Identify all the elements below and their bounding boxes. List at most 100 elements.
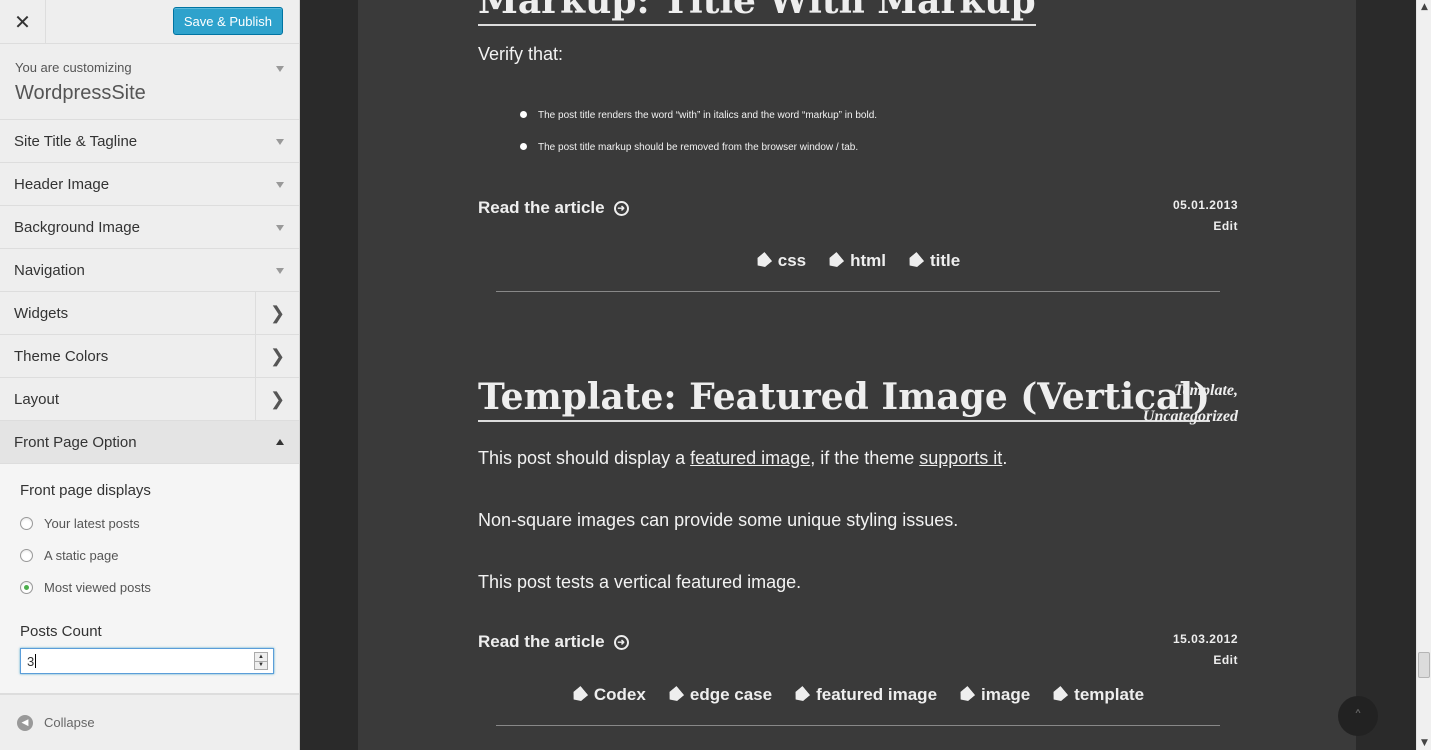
number-spinner[interactable]: ▲ ▼ bbox=[254, 652, 268, 670]
radio-most-viewed-posts[interactable]: Most viewed posts bbox=[20, 571, 279, 603]
radio-button[interactable] bbox=[20, 548, 33, 562]
close-icon[interactable]: ✕ bbox=[0, 0, 46, 43]
post-divider bbox=[496, 291, 1220, 292]
tag-icon bbox=[826, 252, 844, 270]
sidebar-header: ✕ Save & Publish bbox=[0, 0, 299, 44]
tag-icon bbox=[754, 252, 772, 270]
scroll-up-arrow-icon[interactable]: ▲ bbox=[1417, 0, 1431, 14]
read-article-link[interactable]: Read the article ➜ bbox=[478, 198, 629, 218]
section-front-page-option[interactable]: Front Page Option bbox=[0, 421, 299, 464]
section-navigation[interactable]: Navigation bbox=[0, 249, 299, 292]
featured-image-link[interactable]: featured image bbox=[690, 448, 810, 468]
radio-label: Your latest posts bbox=[44, 515, 140, 531]
chevron-down-icon bbox=[276, 182, 284, 188]
category-link[interactable]: Template, bbox=[1143, 378, 1238, 404]
front-page-displays-label: Front page displays bbox=[20, 482, 151, 499]
chevron-up-icon bbox=[276, 439, 284, 445]
read-article-label: Read the article bbox=[478, 632, 605, 651]
section-site-title-tagline[interactable]: Site Title & Tagline bbox=[0, 120, 299, 163]
tag-label: featured image bbox=[816, 685, 938, 704]
panel-label: Layout bbox=[14, 390, 60, 408]
text: This post should display a bbox=[478, 448, 691, 468]
chevron-down-icon bbox=[276, 225, 284, 231]
category-link[interactable]: Uncategorized bbox=[1143, 404, 1238, 430]
tag-label: edge case bbox=[689, 685, 773, 704]
tag-icon bbox=[666, 686, 684, 704]
panel-layout[interactable]: Layout ❯ bbox=[0, 378, 299, 421]
post-paragraph: This post tests a vertical featured imag… bbox=[478, 572, 802, 592]
post-date: 05.01.2013 bbox=[1172, 198, 1238, 212]
tag-icon bbox=[792, 686, 810, 704]
radio-label: A static page bbox=[44, 547, 119, 563]
tag-label: image bbox=[981, 685, 1031, 704]
supports-it-link[interactable]: supports it bbox=[919, 448, 1002, 468]
arrow-right-circle-icon: ➜ bbox=[613, 634, 629, 650]
post-paragraph: Non-square images can provide some uniqu… bbox=[478, 510, 959, 530]
radio-label: Most viewed posts bbox=[44, 579, 151, 595]
front-page-option-content: Front page displays Your latest posts A … bbox=[0, 464, 299, 694]
scroll-to-top-button[interactable]: ˄ bbox=[1338, 696, 1378, 736]
tag-link[interactable]: featured image bbox=[794, 685, 937, 705]
save-publish-button[interactable]: Save & Publish bbox=[172, 7, 283, 35]
collapse-arrow-icon: ◀ bbox=[17, 714, 33, 731]
site-name: WordpressSite bbox=[15, 82, 146, 104]
radio-button-checked[interactable] bbox=[20, 580, 33, 594]
chevron-down-icon bbox=[276, 268, 284, 274]
posts-count-input[interactable]: 3 ▲ ▼ bbox=[20, 648, 274, 674]
section-header-image[interactable]: Header Image bbox=[0, 163, 299, 206]
spinner-up-icon[interactable]: ▲ bbox=[255, 653, 267, 662]
panel-theme-colors[interactable]: Theme Colors ❯ bbox=[0, 335, 299, 378]
post-date: 15.03.2012 bbox=[1172, 632, 1238, 646]
tag-link[interactable]: title bbox=[908, 251, 960, 271]
radio-latest-posts[interactable]: Your latest posts bbox=[20, 507, 279, 539]
posts-count-label: Posts Count bbox=[20, 623, 102, 640]
content-column: Markup: Title With Markup Verify that: T… bbox=[358, 0, 1356, 750]
collapse-label: Collapse bbox=[44, 715, 95, 730]
post-title[interactable]: Template: Featured Image (Vertical) bbox=[478, 376, 1211, 422]
chevron-right-icon[interactable]: ❯ bbox=[255, 292, 299, 334]
panel-label: Widgets bbox=[14, 304, 69, 322]
panel-label: Theme Colors bbox=[14, 347, 109, 365]
tag-label: html bbox=[850, 251, 887, 270]
collapse-button[interactable]: ◀ Collapse bbox=[0, 694, 299, 750]
customizer-sidebar: ✕ Save & Publish You are customizing Wor… bbox=[0, 0, 300, 750]
radio-button[interactable] bbox=[20, 516, 33, 530]
post-bullet-list: The post title renders the word “with” i… bbox=[518, 110, 877, 174]
tag-label: Codex bbox=[593, 685, 646, 704]
tag-link[interactable]: edge case bbox=[668, 685, 772, 705]
list-item: The post title renders the word “with” i… bbox=[518, 110, 877, 142]
tag-link[interactable]: Codex bbox=[572, 685, 646, 705]
tag-link[interactable]: html bbox=[828, 251, 886, 271]
section-label: Site Title & Tagline bbox=[14, 132, 138, 150]
scroll-down-arrow-icon[interactable]: ▼ bbox=[1417, 736, 1431, 750]
tag-label: template bbox=[1074, 685, 1145, 704]
tag-label: css bbox=[777, 251, 807, 270]
tag-icon bbox=[957, 686, 975, 704]
read-article-link[interactable]: Read the article ➜ bbox=[478, 632, 629, 652]
text: . bbox=[1002, 448, 1008, 468]
page-scrollbar[interactable]: ▲ ▼ bbox=[1416, 0, 1431, 750]
post-title[interactable]: Markup: Title With Markup bbox=[478, 0, 1036, 26]
post-paragraph: This post should display a featured imag… bbox=[478, 448, 1007, 469]
section-label: Front Page Option bbox=[14, 433, 137, 451]
panel-widgets[interactable]: Widgets ❯ bbox=[0, 292, 299, 335]
customizing-info[interactable]: You are customizing WordpressSite bbox=[0, 44, 299, 120]
post-tags: css html title bbox=[496, 251, 1220, 271]
chevron-right-icon[interactable]: ❯ bbox=[255, 335, 299, 377]
chevron-right-icon[interactable]: ❯ bbox=[255, 378, 299, 420]
customizing-label: You are customizing bbox=[15, 60, 132, 75]
edit-link[interactable]: Edit bbox=[1173, 650, 1238, 671]
section-background-image[interactable]: Background Image bbox=[0, 206, 299, 249]
arrow-right-circle-icon: ➜ bbox=[613, 200, 629, 216]
section-label: Navigation bbox=[14, 261, 85, 279]
spinner-down-icon[interactable]: ▼ bbox=[255, 662, 267, 670]
edit-link[interactable]: Edit bbox=[1173, 216, 1238, 237]
tag-icon bbox=[906, 252, 924, 270]
tag-link[interactable]: css bbox=[756, 251, 806, 271]
tag-icon bbox=[1050, 686, 1068, 704]
radio-static-page[interactable]: A static page bbox=[20, 539, 279, 571]
tag-link[interactable]: template bbox=[1052, 685, 1144, 705]
scrollbar-thumb[interactable] bbox=[1418, 652, 1430, 678]
section-label: Header Image bbox=[14, 175, 110, 193]
tag-link[interactable]: image bbox=[959, 685, 1030, 705]
